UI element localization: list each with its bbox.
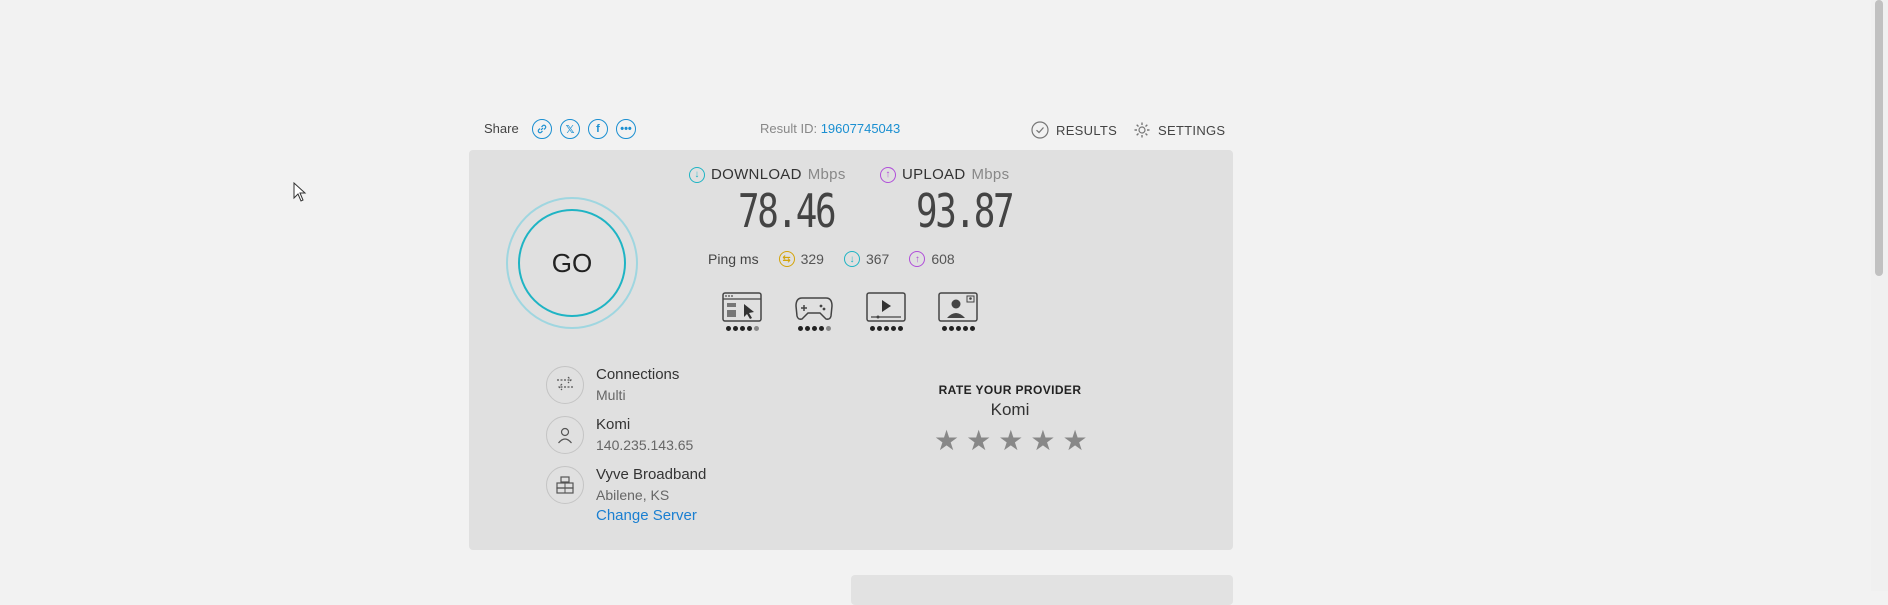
- gaming-icon: [795, 297, 833, 320]
- server-info: Vyve Broadband Abilene, KS Change Server: [546, 466, 706, 524]
- video-chat-dots: [941, 326, 975, 331]
- upload-header: ↑ UPLOAD Mbps: [880, 166, 1009, 183]
- ping-upload-value: 608: [931, 251, 955, 267]
- go-button[interactable]: GO: [518, 209, 626, 317]
- scrollbar[interactable]: [1871, 0, 1888, 591]
- rate-provider-name: Komi: [990, 400, 1030, 419]
- download-latency-icon: ↓: [843, 251, 860, 267]
- star-icon-3[interactable]: ★: [998, 426, 1023, 456]
- video-chat-icon: [938, 292, 978, 322]
- check-circle-icon: [1031, 121, 1049, 139]
- settings-label: SETTINGS: [1158, 122, 1226, 138]
- star-icon-4[interactable]: ★: [1030, 426, 1055, 456]
- change-server-link[interactable]: Change Server: [596, 507, 706, 524]
- result-id-value[interactable]: 19607745043: [821, 121, 901, 136]
- scrollbar-thumb[interactable]: [1875, 0, 1883, 276]
- more-icon[interactable]: •••: [616, 119, 636, 139]
- rating-stars: ★ ★ ★ ★ ★: [934, 426, 1088, 456]
- server-location: Abilene, KS: [596, 487, 670, 503]
- gaming-dots: [797, 326, 831, 331]
- download-unit: Mbps: [807, 166, 846, 183]
- ping-download: ↓ 367: [843, 251, 890, 267]
- connections-value: Multi: [596, 387, 626, 403]
- connections-icon: [546, 366, 584, 404]
- star-icon-5[interactable]: ★: [1062, 426, 1087, 456]
- isp-name: Komi: [596, 416, 631, 433]
- video-streaming-icon: [866, 292, 906, 322]
- result-id-label: Result ID:: [760, 121, 818, 136]
- star-icon-2[interactable]: ★: [966, 426, 991, 456]
- web-browsing-dots: [725, 326, 759, 331]
- ping-download-value: 367: [865, 251, 890, 267]
- gear-icon: [1134, 122, 1150, 138]
- result-id: Result ID: 19607745043: [760, 121, 900, 136]
- rate-provider-title: RATE YOUR PROVIDER: [938, 383, 1082, 397]
- results-link[interactable]: RESULTS: [1031, 121, 1117, 139]
- facebook-icon[interactable]: f: [588, 119, 608, 139]
- isp-info: Komi 140.235.143.65: [546, 416, 693, 454]
- x-icon[interactable]: 𝕏: [560, 119, 580, 139]
- share-icons: 𝕏 f •••: [532, 119, 636, 139]
- server-icon: [546, 466, 584, 504]
- idle-latency-icon: ⇆: [778, 251, 795, 267]
- connections-title: Connections: [596, 366, 680, 383]
- ping-idle: ⇆ 329: [778, 251, 824, 267]
- lower-card: [851, 575, 1233, 605]
- ping-unit: ms: [739, 251, 759, 267]
- settings-link[interactable]: SETTINGS: [1133, 121, 1225, 139]
- ip-address: 140.235.143.65: [596, 437, 694, 453]
- video-chat-quality[interactable]: [938, 292, 978, 338]
- results-label: RESULTS: [1056, 122, 1118, 138]
- server-name: Vyve Broadband: [596, 466, 707, 483]
- star-icon-1[interactable]: ★: [934, 426, 959, 456]
- ping-label: Ping: [708, 251, 737, 267]
- user-icon: [546, 416, 584, 454]
- ping-upload: ↑ 608: [909, 251, 955, 267]
- upload-arrow-icon: ↑: [880, 166, 896, 183]
- download-label: DOWNLOAD: [711, 166, 802, 183]
- web-browsing-quality[interactable]: [722, 292, 762, 338]
- ping-row: Ping ms ⇆ 329 ↓ 367 ↑ 608: [708, 251, 955, 267]
- download-arrow-icon: ↓: [689, 166, 705, 183]
- upload-label: UPLOAD: [902, 166, 966, 183]
- gaming-quality[interactable]: [794, 292, 834, 338]
- upload-latency-icon: ↑: [909, 251, 926, 267]
- video-streaming-quality[interactable]: [866, 292, 906, 338]
- connections-info[interactable]: Connections Multi: [546, 366, 679, 404]
- ping-idle-value: 329: [800, 251, 824, 267]
- upload-unit: Mbps: [971, 166, 1010, 183]
- download-header: ↓ DOWNLOAD Mbps: [689, 166, 846, 183]
- video-streaming-dots: [869, 326, 903, 331]
- download-value: 78.46: [738, 184, 837, 238]
- mouse-cursor-icon: [293, 181, 307, 207]
- share-label: Share: [484, 121, 519, 136]
- link-icon[interactable]: [532, 119, 552, 139]
- upload-value: 93.87: [916, 184, 1015, 238]
- web-browsing-icon: [722, 292, 762, 322]
